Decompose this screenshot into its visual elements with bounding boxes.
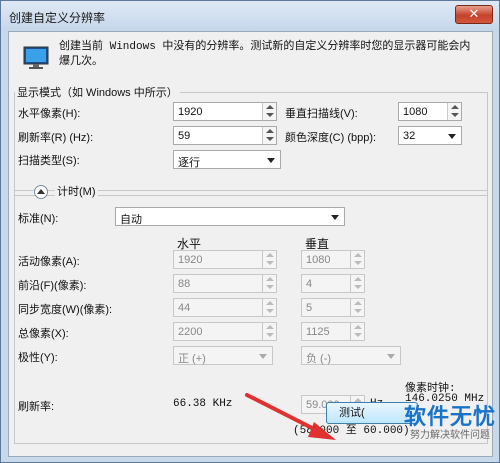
refresh-rate-label: 刷新率(R) (Hz): (18, 132, 94, 144)
scan-type-select[interactable]: 逐行 (173, 150, 281, 169)
front-porch-h-input[interactable]: 88 (173, 274, 277, 293)
title-bar[interactable]: 创建自定义分辨率 ✕ (1, 1, 499, 31)
timing-row-label: 同步宽度(W)(像素): (18, 304, 113, 316)
chevron-down-icon (259, 354, 267, 359)
h-pixels-stepper-icon[interactable] (262, 103, 276, 120)
timing-refresh-h-value: 66.38 KHz (173, 398, 233, 410)
monitor-icon (23, 46, 49, 69)
display-mode-legend: 显示模式（如 Windows 中所示） (15, 84, 180, 100)
total-pixels-h-input[interactable]: 2200 (173, 322, 277, 341)
stepper-icon (262, 275, 276, 292)
timing-row-label: 总像素(X): (18, 328, 69, 340)
stepper-icon (350, 251, 364, 268)
polarity-h-select[interactable]: 正 (+) (173, 346, 273, 365)
timing-row-label: 前沿(F)(像素): (18, 280, 87, 292)
standard-select[interactable]: 自动 (115, 207, 345, 226)
v-scanlines-input[interactable]: 1080 (398, 102, 462, 121)
stepper-icon (262, 299, 276, 316)
scan-type-label: 扫描类型(S): (18, 155, 80, 167)
chevron-down-icon (331, 215, 339, 220)
total-pixels-v-input[interactable]: 1125 (301, 322, 365, 341)
refresh-rate-stepper-icon[interactable] (262, 127, 276, 144)
front-porch-v-input[interactable]: 4 (301, 274, 365, 293)
active-pixels-h-input[interactable]: 1920 (173, 250, 277, 269)
watermark-main: 软件无忧 (404, 404, 497, 429)
window-title: 创建自定义分辨率 (9, 11, 106, 25)
polarity-label: 极性(Y): (18, 352, 58, 364)
refresh-rate-input[interactable]: 59 (173, 126, 277, 145)
timing-refresh-label: 刷新率: (18, 401, 55, 413)
polarity-v-select[interactable]: 负 (-) (301, 346, 401, 365)
watermark: 软件无忧 努力解决软件问题 (404, 404, 496, 458)
stepper-icon (262, 251, 276, 268)
timing-row-label: 活动像素(A): (18, 256, 80, 268)
standard-label: 标准(N): (18, 213, 59, 225)
h-pixels-input[interactable]: 1920 (173, 102, 277, 121)
display-mode-group: 显示模式（如 Windows 中所示） 水平像素(H): 1920 垂直扫描线(… (14, 84, 488, 196)
stepper-icon (350, 299, 364, 316)
stepper-icon (350, 275, 364, 292)
chevron-down-icon (448, 134, 456, 139)
dialog-content: 创建当前 Windows 中没有的分辨率。测试新的自定义分辨率时您的显示器可能会… (8, 31, 493, 457)
timing-legend: 计时(M) (55, 183, 98, 199)
sync-width-v-input[interactable]: 5 (301, 298, 365, 317)
watermark-sub: 努力解决软件问题 (410, 430, 490, 441)
chevron-down-icon (387, 354, 395, 359)
color-depth-select[interactable]: 32 (398, 126, 462, 145)
collapse-timing-icon[interactable] (34, 185, 48, 199)
stepper-icon (350, 323, 364, 340)
color-depth-label: 颜色深度(C) (bpp): (285, 132, 377, 144)
h-pixels-label: 水平像素(H): (18, 108, 81, 120)
v-scanlines-stepper-icon[interactable] (447, 103, 461, 120)
sync-width-h-input[interactable]: 44 (173, 298, 277, 317)
description-text: 创建当前 Windows 中没有的分辨率。测试新的自定义分辨率时您的显示器可能会… (59, 41, 471, 68)
v-scanlines-label: 垂直扫描线(V): (285, 108, 358, 120)
active-pixels-v-input[interactable]: 1080 (301, 250, 365, 269)
dialog-window: 创建自定义分辨率 ✕ 创建当前 Windows 中没有的分辨率。测试新的自定义分… (0, 0, 500, 463)
chevron-down-icon (267, 158, 275, 163)
close-button[interactable]: ✕ (455, 5, 493, 24)
stepper-icon (262, 323, 276, 340)
